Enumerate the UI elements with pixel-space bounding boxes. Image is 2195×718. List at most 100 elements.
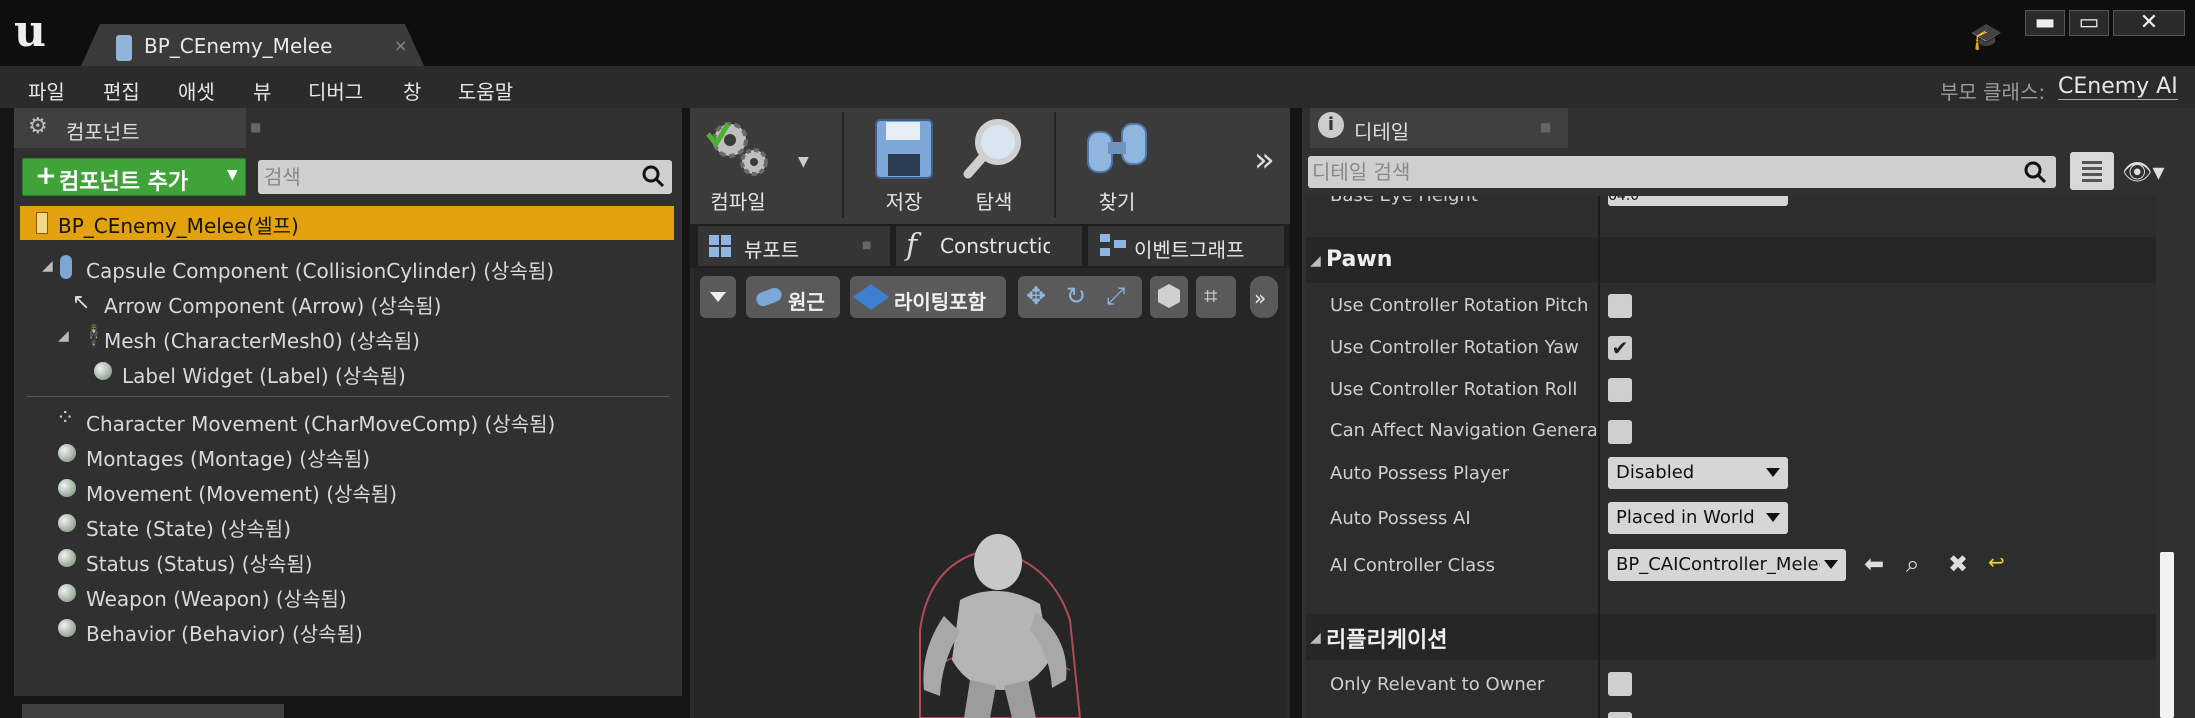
character-preview[interactable] (880, 520, 1120, 718)
bottom-panel-tab[interactable] (22, 704, 284, 718)
search-icon[interactable] (2022, 159, 2048, 185)
search-icon[interactable] (640, 163, 666, 189)
component-search-box[interactable] (258, 160, 672, 194)
expand-arrow-icon[interactable]: ◢ (1310, 253, 1321, 269)
event-graph-icon (1100, 234, 1126, 258)
menu-asset[interactable]: 애셋 (178, 76, 215, 105)
rotation-roll-checkbox[interactable] (1608, 378, 1632, 402)
minimize-button[interactable]: ▬ (2025, 10, 2065, 36)
browse-icon[interactable] (962, 116, 1026, 180)
component-icon (58, 619, 76, 637)
component-icon (58, 549, 76, 567)
perspective-label: 원근 (788, 290, 825, 314)
add-component-button[interactable]: + 컴포넌트 추가 ▼ (22, 158, 246, 196)
menu-window[interactable]: 창 (403, 76, 421, 105)
plus-icon: + (35, 161, 57, 191)
component-search-input[interactable] (264, 163, 624, 191)
tree-item-weapon[interactable]: Weapon (Weapon) (상속됨) (86, 583, 347, 612)
viewport-icon (708, 234, 732, 258)
chevron-down-icon: ▼ (227, 167, 238, 183)
components-tab-close-icon[interactable]: ■ (250, 120, 261, 134)
document-tab-title: BP_CEnemy_Melee (144, 34, 333, 58)
auto-possess-player-dropdown[interactable]: Disabled (1608, 457, 1788, 489)
info-icon: i (1318, 112, 1344, 138)
menu-file[interactable]: 파일 (28, 76, 65, 105)
view-options-eye-icon[interactable]: 👁▾ (2122, 158, 2165, 186)
blueprint-icon (116, 35, 132, 61)
lighting-mode-label: 라이팅포함 (894, 290, 986, 314)
only-relevant-to-owner-checkbox[interactable] (1608, 672, 1632, 696)
base-eye-height-field[interactable]: 64.0 (1608, 196, 1788, 206)
components-icon: ⚙ (28, 114, 48, 139)
affect-navigation-checkbox[interactable] (1608, 420, 1632, 444)
tree-item-label-widget[interactable]: Label Widget (Label) (상속됨) (122, 360, 406, 389)
browse-label[interactable]: 탐색 (962, 186, 1026, 215)
toolbar-separator (1054, 112, 1056, 218)
tree-item-movement[interactable]: Movement (Movement) (상속됨) (86, 478, 397, 507)
translate-icon[interactable]: ✥ (1026, 282, 1046, 310)
property-matrix-button[interactable] (2070, 152, 2114, 190)
compile-label[interactable]: 컴파일 (704, 186, 772, 215)
reset-to-default-icon[interactable]: ↩ (1988, 550, 2005, 574)
details-search-input[interactable] (1312, 158, 2012, 186)
close-window-button[interactable]: ✕ (2113, 10, 2185, 36)
graduation-cap-icon[interactable]: 🎓 (1970, 22, 2002, 52)
details-tab[interactable] (1310, 108, 1568, 148)
menu-help[interactable]: 도움말 (458, 76, 513, 105)
compile-options-chevron-icon[interactable]: ▼ (798, 154, 809, 170)
save-label[interactable]: 저장 (874, 186, 934, 215)
category-replication-label: 리플리케이션 (1326, 628, 1448, 653)
details-scrollbar-thumb[interactable] (2160, 552, 2174, 718)
component-icon (58, 584, 76, 602)
tree-item-status[interactable]: Status (Status) (상속됨) (86, 548, 313, 577)
column-divider[interactable] (1598, 196, 1600, 718)
expand-arrow-icon[interactable]: ◢ (1310, 630, 1321, 646)
find-binoculars-icon[interactable] (1084, 118, 1150, 178)
scale-icon[interactable]: ⤢ (1106, 282, 1125, 310)
toolbar-overflow-icon[interactable]: » (1254, 140, 1275, 180)
ai-controller-class-dropdown[interactable]: BP_CAIController_Melee (1608, 549, 1846, 581)
prop-label-rotation-pitch: Use Controller Rotation Pitch (1330, 295, 1589, 316)
tree-item-state[interactable]: State (State) (상속됨) (86, 513, 291, 542)
add-component-label: 컴포넌트 추가 (59, 170, 189, 195)
compile-icon[interactable] (704, 114, 772, 180)
rotation-yaw-checkbox[interactable]: ✔ (1608, 336, 1632, 360)
auto-possess-ai-value: Placed in World (1616, 507, 1755, 528)
tree-item-arrow[interactable]: Arrow Component (Arrow) (상속됨) (104, 290, 441, 319)
menu-view[interactable]: 뷰 (253, 76, 271, 105)
double-chevron-right-icon: » (1254, 286, 1267, 310)
details-tab-close-icon[interactable]: ■ (1540, 120, 1551, 134)
parent-class-link[interactable]: CEnemy AI (2058, 74, 2178, 100)
category-pawn-header[interactable] (1306, 237, 2156, 283)
expand-arrow-icon[interactable]: ◢ (42, 258, 53, 274)
tree-item-montages[interactable]: Montages (Montage) (상속됨) (86, 443, 370, 472)
save-icon[interactable] (874, 118, 934, 180)
use-selected-arrow-icon[interactable]: ⬅ (1864, 550, 1884, 578)
tab-event-graph-label: 이벤트그래프 (1134, 238, 1244, 262)
maximize-button[interactable]: ▭ (2069, 10, 2109, 36)
next-row-checkbox[interactable] (1608, 712, 1632, 718)
menu-edit[interactable]: 편집 (103, 76, 140, 105)
auto-possess-ai-dropdown[interactable]: Placed in World (1608, 502, 1788, 534)
chevron-down-icon (1766, 513, 1780, 522)
tree-item-capsule[interactable]: Capsule Component (CollisionCylinder) (상… (86, 255, 554, 284)
details-search-box[interactable] (1308, 156, 2056, 188)
prop-label-rotation-roll: Use Controller Rotation Roll (1330, 379, 1578, 400)
arrow-icon: ↖ (72, 290, 91, 315)
tree-item-character-movement[interactable]: Character Movement (CharMoveComp) (상속됨) (86, 408, 555, 437)
browse-asset-icon[interactable]: ⌕ (1906, 550, 1919, 578)
expand-arrow-icon[interactable]: ◢ (58, 328, 69, 344)
details-tab-label: 디테일 (1354, 120, 1410, 144)
document-tab-close-icon[interactable]: × (394, 36, 407, 55)
tab-close-icon[interactable]: ■ (862, 240, 871, 251)
clear-icon[interactable]: ✖ (1948, 550, 1968, 578)
character-movement-icon: ⁘ (56, 406, 75, 431)
rotate-icon[interactable]: ↻ (1066, 282, 1086, 310)
prop-label-auto-possess-player: Auto Possess Player (1330, 463, 1510, 484)
tree-item-behavior[interactable]: Behavior (Behavior) (상속됨) (86, 618, 363, 647)
find-label[interactable]: 찾기 (1084, 186, 1150, 215)
tree-item-mesh[interactable]: Mesh (CharacterMesh0) (상속됨) (104, 325, 420, 354)
rotation-pitch-checkbox[interactable] (1608, 294, 1632, 318)
menu-debug[interactable]: 디버그 (308, 76, 363, 105)
toolbar-separator (842, 112, 844, 218)
